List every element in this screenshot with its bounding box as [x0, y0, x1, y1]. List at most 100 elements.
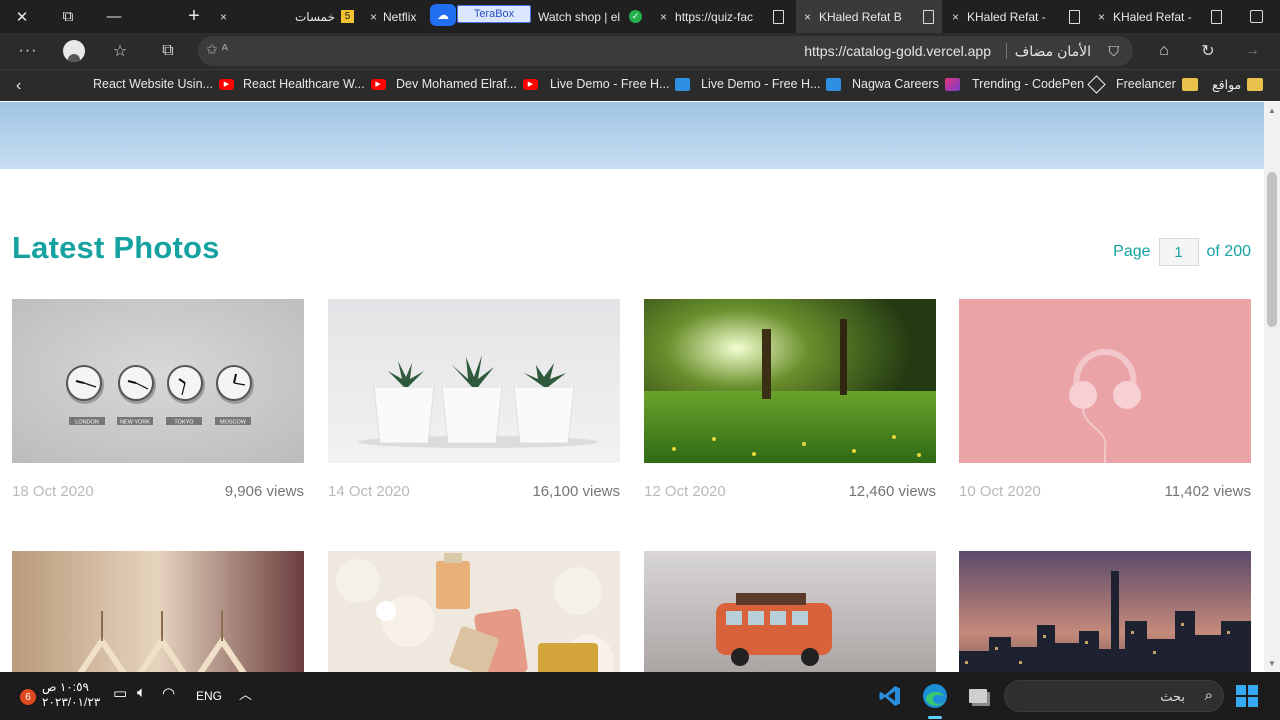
photo-views: 9,906 views [224, 483, 304, 500]
tab-close-icon[interactable]: × [370, 10, 377, 24]
tab-close-icon[interactable]: × [220, 10, 227, 24]
khamsat-icon: 5 [341, 10, 354, 23]
photo-headphones[interactable] [959, 299, 1251, 463]
profile-avatar[interactable] [60, 37, 88, 65]
active-app-indicator [928, 716, 942, 719]
more-menu-icon[interactable]: ··· [14, 37, 42, 65]
photo-meadow[interactable] [644, 299, 936, 463]
tab-close-icon[interactable]: × [660, 10, 667, 24]
chevron-up-icon[interactable]: ︿ [239, 684, 252, 703]
page-scrollbar[interactable]: ▲ ▼ [1264, 102, 1280, 672]
page-number-input[interactable]: 1 [1158, 238, 1199, 266]
browser-tab-bar: ✕ ⧉ — + × خمسات 5 × Netflix ☁ TeraBox Wa… [0, 0, 1280, 33]
favorites-icon[interactable]: ☆ [106, 37, 134, 65]
task-view-icon[interactable] [962, 680, 994, 712]
edge-browser-icon[interactable] [919, 680, 951, 712]
bookmark-live-demo-2[interactable]: Live Demo - Free H... [701, 77, 842, 91]
photo-clocks[interactable]: LONDON NEW YORK TOKYO MOSCOW [12, 299, 304, 463]
tab-close-icon[interactable]: × [952, 10, 959, 24]
system-clock[interactable]: ١٠:٥٩ ص ٢٠٢٣/٠١/٢٣ [42, 680, 100, 710]
tab-label: KHaled Refat - [967, 9, 1046, 24]
bookmark-freelancer[interactable]: Freelancer [1116, 77, 1198, 91]
bookmark-dev-mohamed[interactable]: Dev Mohamed Elraf... ▶ [396, 77, 538, 91]
window-minimize-icon[interactable]: — [96, 0, 132, 33]
photo-meta: 10 Oct 2020 11,402 views [959, 483, 1251, 500]
clock-time: ١٠:٥٩ ص [42, 680, 89, 694]
window-restore-icon[interactable]: ⧉ [50, 0, 86, 33]
bookmark-live-demo-1[interactable]: Live Demo - Free H... [550, 77, 691, 91]
window-close-icon[interactable]: ✕ [4, 0, 40, 33]
photo-hangers[interactable] [12, 551, 304, 672]
notification-badge[interactable]: 6 [20, 689, 36, 705]
chevron-left-icon[interactable]: ‹ [16, 77, 21, 95]
tab-label: Watch shop | el [538, 9, 621, 24]
tab-khaled-refat-3[interactable]: × KHaled Refat - [1090, 0, 1230, 33]
page-icon [1069, 9, 1080, 24]
windows-taskbar: 6 ١٠:٥٩ ص ٢٠٢٣/٠١/٢٣ ▭ 🔈︎ ◠ ENG ︿ بحث ⌕ [0, 672, 1280, 720]
scroll-up-icon[interactable]: ▲ [1268, 106, 1276, 115]
forward-icon[interactable]: → [1238, 37, 1266, 65]
battery-icon[interactable]: ▭ [113, 684, 127, 702]
clock-date: ٢٠٢٣/٠١/٢٣ [42, 695, 101, 709]
tab-watch-shop[interactable]: Watch shop | el ✓ [530, 0, 650, 33]
folder-icon [1247, 78, 1264, 91]
scroll-down-icon[interactable]: ▼ [1268, 659, 1276, 668]
youtube-icon: ▶ [522, 78, 538, 90]
new-tab-button[interactable]: + [176, 0, 212, 33]
shield-icon[interactable]: ⛉ [1109, 43, 1120, 60]
url-text[interactable]: https://catalog-gold.vercel.app [804, 43, 991, 59]
vscode-icon[interactable] [874, 680, 906, 712]
windows-start-icon[interactable] [1236, 685, 1258, 707]
tab-quiz[interactable]: × https://quiz-fac [652, 0, 792, 33]
terabox-overlay-button[interactable]: TeraBox [457, 5, 531, 23]
page-icon [773, 9, 784, 24]
tab-label: خمسات [294, 9, 335, 24]
tab-label: Netflix [383, 9, 417, 24]
input-language[interactable]: ENG [196, 689, 222, 703]
wifi-icon[interactable]: ◠ [162, 684, 175, 702]
tab-khamsat[interactable]: × خمسات 5 [212, 0, 362, 33]
bookmarks-bar: ‹ React Website Usin... ▶ React Healthca… [0, 69, 1280, 101]
address-bar[interactable]: ✩ ᴬ https://catalog-gold.vercel.app الأم… [198, 36, 1133, 66]
tab-khaled-refat-active[interactable]: × KHaled Refat B [796, 0, 942, 33]
extensions-icon[interactable]: ⧉ [154, 37, 182, 65]
bookmark-label: Live Demo - Free H... [550, 77, 670, 91]
tab-netflix[interactable]: × Netflix [362, 0, 430, 33]
photo-date: 18 Oct 2020 [12, 483, 94, 500]
refresh-icon[interactable]: ↻ [1194, 37, 1222, 65]
add-favorite-icon[interactable]: ✩ ᴬ [206, 41, 228, 58]
page-icon [923, 9, 934, 24]
tab-close-icon[interactable]: × [1098, 10, 1105, 24]
nagwa-icon [944, 77, 960, 91]
check-icon: ✓ [629, 10, 642, 23]
terabox-cloud-icon[interactable]: ☁ [430, 4, 456, 26]
security-label[interactable]: الأمان مضاف [1015, 43, 1091, 60]
photo-toy-bus[interactable] [644, 551, 936, 672]
bookmark-label: Nagwa Careers [852, 77, 939, 91]
clock-label: TOKYO [174, 420, 194, 426]
bookmark-react-website[interactable]: React Website Usin... ▶ [93, 77, 234, 91]
taskbar-search-box[interactable]: بحث ⌕ [1004, 680, 1224, 712]
youtube-icon: ▶ [370, 78, 386, 90]
photo-perfumes[interactable] [328, 551, 620, 672]
codepen-icon [1087, 74, 1106, 94]
tab-khaled-refat-2[interactable]: × KHaled Refat - [944, 0, 1088, 33]
tab-actions-icon[interactable] [1238, 0, 1274, 33]
bookmark-label: Trending - CodePen [972, 77, 1085, 91]
photo-plants[interactable] [328, 299, 620, 463]
page-viewport: Latest Photos Page 1 of 200 LONDON NEW Y… [0, 102, 1264, 672]
browser-toolbar: ··· ☆ ⧉ ✩ ᴬ https://catalog-gold.vercel.… [0, 33, 1280, 69]
search-placeholder: بحث [1160, 689, 1185, 704]
home-icon[interactable]: ⌂ [1150, 37, 1178, 65]
clock-label: NEW YORK [120, 420, 150, 426]
bookmark-react-healthcare[interactable]: React Healthcare W... ▶ [243, 77, 386, 91]
scrollbar-thumb[interactable] [1267, 172, 1277, 327]
tab-close-icon[interactable]: × [804, 10, 811, 24]
page-title: Latest Photos [12, 230, 220, 265]
bookmark-nagwa[interactable]: Nagwa Careers [852, 77, 960, 91]
volume-icon[interactable]: 🔈︎ [137, 684, 146, 701]
page-icon [1211, 9, 1222, 24]
bookmark-mawaqe[interactable]: مواقع [1212, 77, 1264, 92]
photo-city-skyline[interactable] [959, 551, 1251, 672]
bookmark-codepen[interactable]: Trending - CodePen [972, 74, 1106, 94]
